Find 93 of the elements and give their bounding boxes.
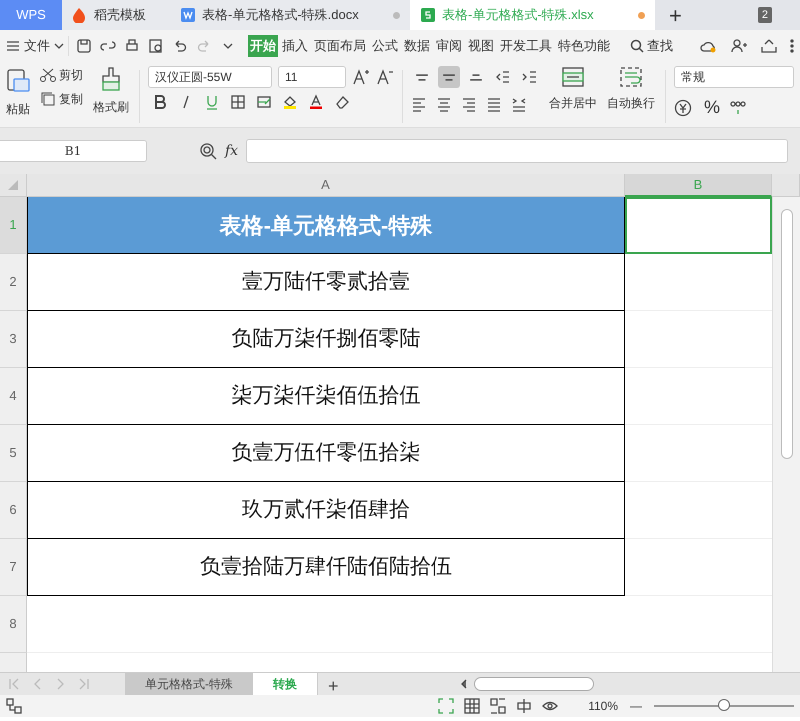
distribute-icon[interactable] <box>511 96 527 114</box>
underline-icon[interactable] <box>204 94 220 110</box>
bold-icon[interactable] <box>152 94 168 110</box>
thousands-separator-icon[interactable] <box>730 100 746 116</box>
ribbon-tab[interactable]: 特色功能 <box>556 35 612 57</box>
add-user-icon[interactable] <box>730 38 748 54</box>
reading-mode-icon[interactable] <box>516 698 532 714</box>
ribbon-tab[interactable]: 数据 <box>402 35 432 57</box>
align-bottom-icon <box>469 74 483 80</box>
zoom-slider-thumb[interactable] <box>718 699 730 711</box>
cut-button[interactable]: 剪切 <box>38 66 85 84</box>
font-color-icon[interactable] <box>308 94 324 110</box>
table-cell: 表格-单元格格式-特殊 <box>27 197 625 254</box>
table-cell: 负壹万伍仟零伍拾柒 <box>27 425 625 482</box>
file-menu[interactable]: 文件 <box>22 35 52 57</box>
new-tab-button[interactable]: + <box>655 0 696 30</box>
menu-icon[interactable] <box>6 40 20 52</box>
document-icon <box>420 7 436 23</box>
number-format-dropdown[interactable]: 常规 <box>674 66 794 88</box>
borders-icon[interactable] <box>230 94 246 110</box>
flame-icon <box>72 7 88 23</box>
row-header[interactable]: 6 <box>0 482 27 539</box>
page-break-icon[interactable] <box>490 698 506 714</box>
more-icon[interactable] <box>790 39 794 53</box>
chevron-down-icon[interactable] <box>54 42 64 50</box>
name-box[interactable]: B1 <box>0 140 147 162</box>
increase-font-icon[interactable] <box>352 68 370 86</box>
eraser-icon[interactable] <box>334 94 350 110</box>
ribbon-tab[interactable]: 开发工具 <box>498 35 554 57</box>
row-header[interactable]: 3 <box>0 311 27 368</box>
ribbon-tab[interactable]: 页面布局 <box>312 35 368 57</box>
align-top-icon <box>415 74 429 80</box>
decrease-font-icon[interactable] <box>376 68 394 86</box>
table-cell: 负壹拾陆万肆仟陆佰陆拾伍 <box>27 539 625 596</box>
table-cell: 负陆万柒仟捌佰零陆 <box>27 311 625 368</box>
align-left-icon[interactable] <box>411 96 427 114</box>
normal-view-icon[interactable] <box>464 698 480 714</box>
table-cell: 玖万贰仟柒佰肆拾 <box>27 482 625 539</box>
justify-icon[interactable] <box>486 96 502 114</box>
horizontal-scrollbar-thumb[interactable] <box>474 677 594 691</box>
currency-icon[interactable] <box>674 98 694 116</box>
zoom-icon[interactable] <box>199 142 217 160</box>
font-name-dropdown[interactable]: 汉仪正圆-55W <box>148 66 272 88</box>
scrollbar-thumb[interactable] <box>780 209 792 459</box>
print-preview-icon[interactable] <box>148 38 164 54</box>
format-painter-button[interactable]: 格式刷 <box>91 98 131 116</box>
percent-button[interactable]: % <box>704 94 720 121</box>
merge-cells-icon[interactable] <box>561 66 585 88</box>
save-icon[interactable] <box>76 38 92 54</box>
fill-color-icon[interactable] <box>282 94 298 110</box>
document-icon <box>180 7 196 23</box>
fullscreen-icon[interactable] <box>438 698 454 714</box>
table-cell: 柒万柒仟柒佰伍拾伍 <box>27 368 625 425</box>
wrap-text-button[interactable]: 自动换行 <box>605 94 657 112</box>
row-header[interactable]: 2 <box>0 254 27 311</box>
align-middle-icon <box>442 74 456 80</box>
scroll-left-icon[interactable] <box>460 679 468 689</box>
formula-input[interactable] <box>246 139 788 163</box>
app-tab[interactable]: 表格-单元格格式-特殊.docx <box>170 0 410 30</box>
unsaved-dot <box>638 12 645 18</box>
vertical-align-button[interactable] <box>438 66 460 88</box>
zoom-level[interactable]: 110% <box>588 697 618 715</box>
column-header[interactable]: A <box>27 174 625 197</box>
table-cell: 壹万陆仟零贰拾壹 <box>27 254 625 311</box>
ribbon-tab[interactable]: 公式 <box>370 35 400 57</box>
search-button[interactable]: 查找 <box>628 35 675 57</box>
macro-icon[interactable] <box>6 698 22 714</box>
row-header[interactable]: 8 <box>0 596 27 653</box>
align-center-icon[interactable] <box>436 96 452 114</box>
zoom-out-button[interactable]: — <box>628 697 644 715</box>
wrap-text-icon[interactable] <box>619 66 643 88</box>
row-header[interactable]: 5 <box>0 425 27 482</box>
ribbon-tab[interactable]: 视图 <box>466 35 496 57</box>
copy-icon <box>40 91 56 107</box>
row-header[interactable]: 4 <box>0 368 27 425</box>
font-size-dropdown[interactable]: 11 <box>278 66 346 88</box>
fx-label[interactable]: fx <box>225 140 238 162</box>
app-tab[interactable]: 稻壳模板 <box>62 0 170 30</box>
ribbon-tab[interactable]: 审阅 <box>434 35 464 57</box>
ribbon-tab[interactable]: 插入 <box>280 35 310 57</box>
unsaved-dot <box>393 12 400 18</box>
align-right-icon[interactable] <box>461 96 477 114</box>
search-icon <box>630 39 644 53</box>
window-count-badge[interactable]: 2 <box>758 6 772 24</box>
share-icon[interactable] <box>760 38 778 54</box>
row-header[interactable]: 7 <box>0 539 27 596</box>
cell-style-icon[interactable] <box>256 94 272 110</box>
copy-button[interactable]: 复制 <box>38 90 85 108</box>
merge-center-button[interactable]: 合并居中 <box>547 94 599 112</box>
scissors-icon <box>40 68 56 82</box>
sheet-tab[interactable]: 单元格格式-特殊 <box>125 673 253 695</box>
selected-cell[interactable] <box>625 197 772 254</box>
paste-button[interactable]: 粘贴 <box>4 100 32 118</box>
